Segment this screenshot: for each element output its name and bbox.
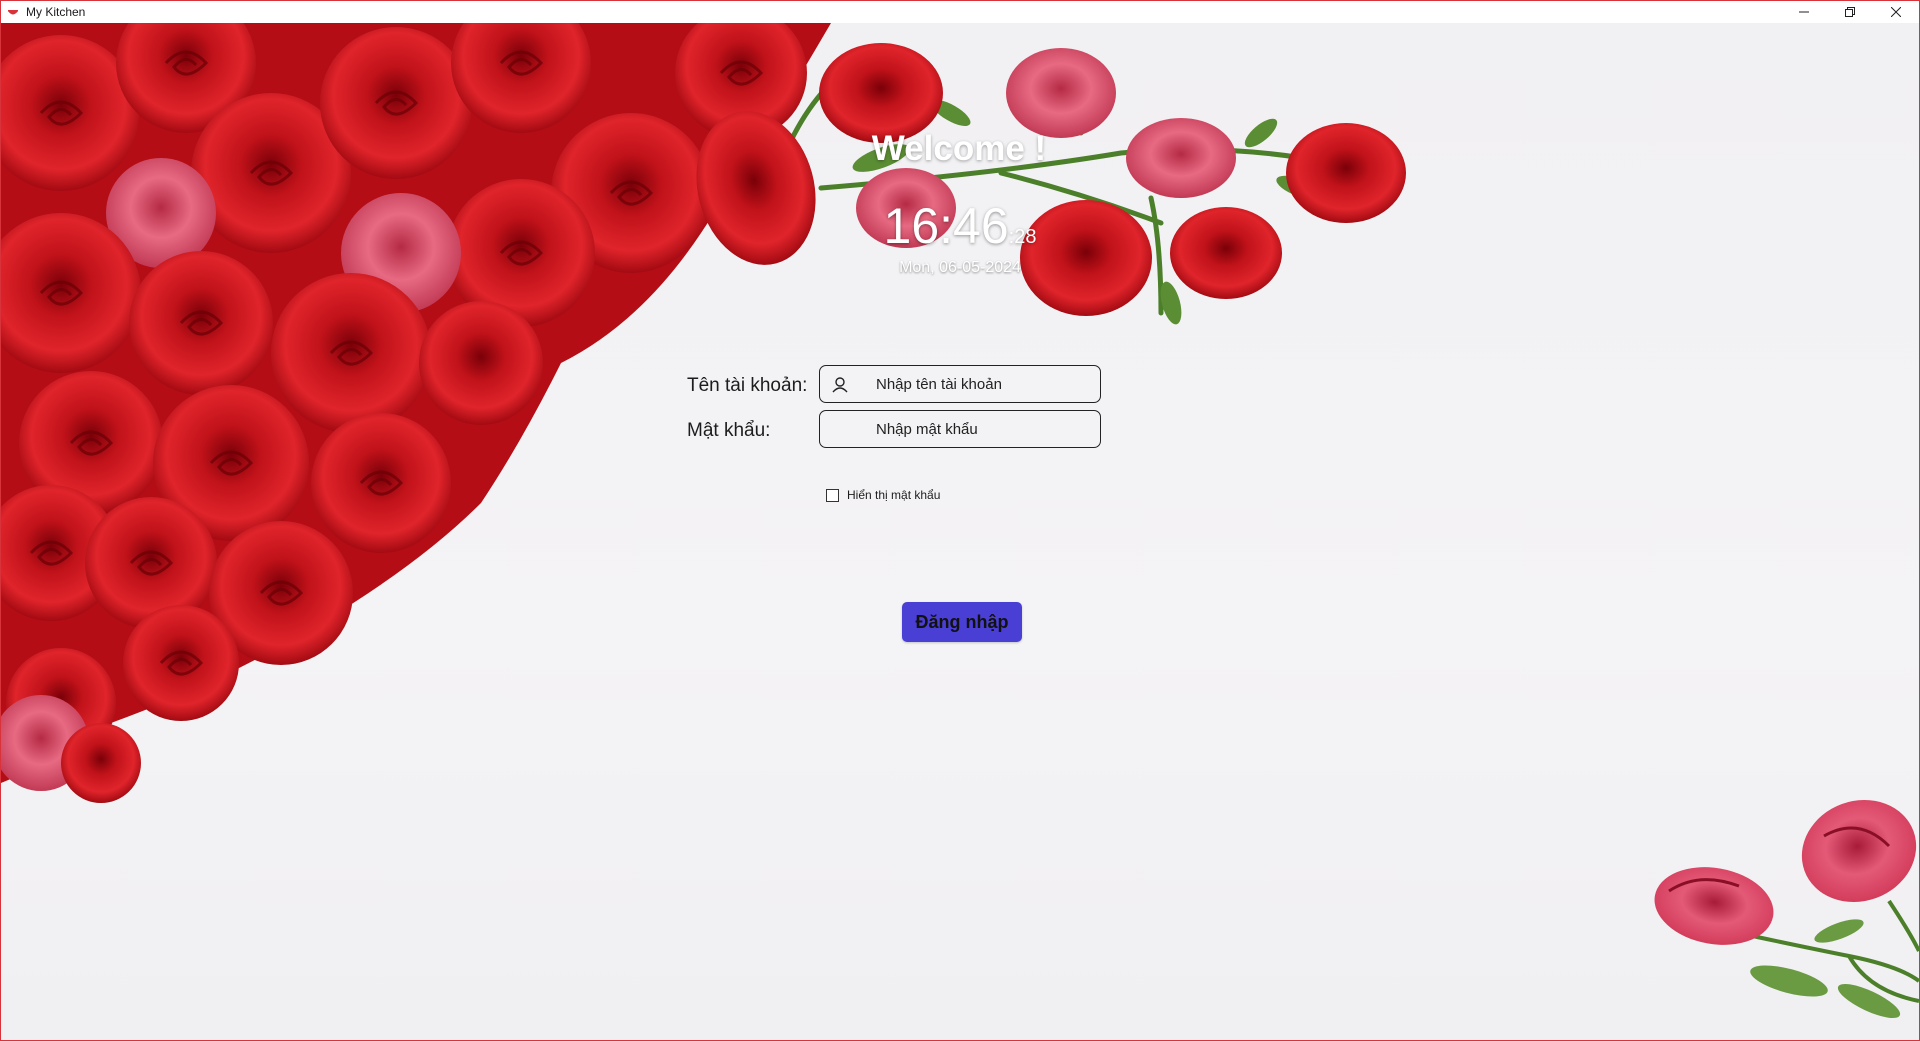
clock: 16:46:28 <box>883 198 1037 254</box>
username-label: Tên tài khoản: <box>687 375 808 396</box>
kitchen-app-icon <box>6 5 20 19</box>
restore-icon <box>1845 7 1855 17</box>
minimize-button[interactable] <box>1781 1 1827 23</box>
app-window: My Kitchen Welcome ! 16:46:28 Mon, 06-05… <box>0 0 1920 1041</box>
restore-button[interactable] <box>1827 1 1873 23</box>
login-content: Welcome ! 16:46:28 Mon, 06-05-2024 Tên t… <box>1 23 1919 1040</box>
username-field[interactable] <box>819 365 1101 403</box>
show-password-checkbox[interactable] <box>826 488 839 502</box>
close-icon <box>1891 7 1901 17</box>
welcome-heading: Welcome ! <box>1 129 1919 169</box>
clock-hours-minutes: 16:46 <box>883 198 1009 254</box>
roses-corner-image <box>1654 799 1919 1018</box>
user-icon <box>832 377 848 393</box>
login-button[interactable]: Đăng nhập <box>902 602 1022 642</box>
welcome-text: Welcome ! <box>871 129 1047 168</box>
show-password-label[interactable]: Hiển thị mật khẩu <box>847 488 940 502</box>
window-controls <box>1781 1 1919 23</box>
show-password-option[interactable]: Hiển thị mật khẩu <box>826 488 940 502</box>
window-title: My Kitchen <box>26 5 86 19</box>
password-input[interactable] <box>874 419 1098 439</box>
password-field[interactable] <box>819 410 1101 448</box>
clock-seconds: 28 <box>1014 226 1037 248</box>
title-bar[interactable]: My Kitchen <box>1 1 1919 23</box>
minimize-icon <box>1799 11 1809 13</box>
close-button[interactable] <box>1873 1 1919 23</box>
username-input[interactable] <box>874 374 1098 394</box>
current-date: Mon, 06-05-2024 <box>899 259 1021 276</box>
password-label: Mật khẩu: <box>687 420 771 441</box>
